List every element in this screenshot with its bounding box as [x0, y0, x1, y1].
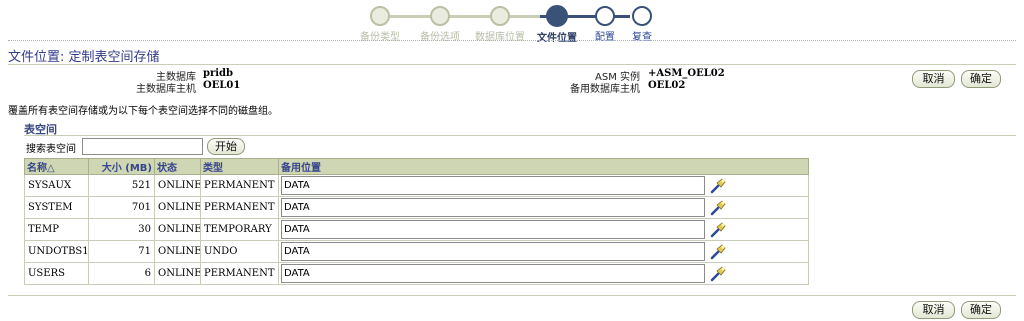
cancel-button-bottom[interactable]: 取消 — [912, 301, 955, 319]
location-input[interactable] — [281, 198, 705, 217]
standby-host-value-wrap: OEL02 — [648, 80, 685, 91]
flashlight-icon[interactable] — [709, 177, 727, 195]
cell-size: 701 — [88, 196, 155, 219]
cell-name: SYSTEM — [24, 196, 89, 219]
asm-value: +ASM_OEL02 — [648, 68, 725, 79]
col-header-type: 类型 — [200, 158, 279, 175]
table-row: UNDOTBS1 71 ONLINE UNDO — [24, 240, 809, 263]
col-header-status: 状态 — [154, 158, 201, 175]
col-header-name[interactable]: 名称△ — [24, 158, 89, 175]
cell-status: ONLINE — [154, 240, 201, 263]
location-input[interactable] — [281, 264, 705, 283]
cancel-button-top[interactable]: 取消 — [912, 70, 955, 88]
cell-status: ONLINE — [154, 174, 201, 197]
asm-value-wrap: +ASM_OEL02 — [648, 68, 725, 79]
primary-host-row: 主数据库主机 — [80, 80, 196, 95]
section-rule — [24, 135, 1016, 136]
table-row: TEMP 30 ONLINE TEMPORARY — [24, 218, 809, 241]
standby-host-row: 备用数据库主机 — [520, 80, 640, 95]
table-row: USERS 6 ONLINE PERMANENT — [24, 262, 809, 285]
standby-host-value: OEL02 — [648, 80, 686, 91]
primary-db-value-wrap: pridb — [203, 68, 233, 79]
page-description: 覆盖所有表空间存储或为以下每个表空间选择不同的磁盘组。 — [8, 106, 278, 117]
train-step-review[interactable]: 复查 — [602, 4, 682, 43]
cell-location — [278, 174, 809, 197]
go-button[interactable]: 开始 — [207, 138, 245, 155]
tablespace-table: 名称△ 大小 (MB) 状态 类型 备用位置 SYSAUX 521 ONLINE… — [24, 158, 809, 285]
search-tablespace-label: 搜索表空间 — [26, 144, 76, 155]
cell-name: TEMP — [24, 218, 89, 241]
cell-status: ONLINE — [154, 196, 201, 219]
ok-button-bottom[interactable]: 确定 — [961, 301, 1001, 319]
primary-db-row: 主数据库 — [80, 68, 196, 83]
cell-size: 71 — [88, 240, 155, 263]
primary-host-label: 主数据库主机 — [136, 84, 196, 95]
primary-host-value: OEL01 — [203, 80, 241, 91]
train-step-dot — [430, 6, 450, 26]
primary-host-value-wrap: OEL01 — [203, 80, 240, 91]
train-step-dot — [490, 6, 510, 26]
wizard-train: 备份类型 备份选项 数据库位置 文件位置 配置 复查 — [340, 4, 670, 44]
cell-location — [278, 262, 809, 285]
location-input[interactable] — [281, 242, 705, 261]
cell-location — [278, 218, 809, 241]
col-header-location: 备用位置 — [278, 158, 809, 175]
table-header-row: 名称△ 大小 (MB) 状态 类型 备用位置 — [24, 158, 809, 175]
cell-type: PERMANENT — [200, 262, 279, 285]
flashlight-icon[interactable] — [709, 199, 727, 217]
cell-type: UNDO — [200, 240, 279, 263]
standby-host-label: 备用数据库主机 — [570, 84, 640, 95]
col-header-size: 大小 (MB) — [88, 158, 155, 175]
flashlight-icon[interactable] — [709, 221, 727, 239]
primary-db-value: pridb — [203, 68, 234, 79]
cell-name: SYSAUX — [24, 174, 89, 197]
location-input[interactable] — [281, 220, 705, 239]
cell-name: USERS — [24, 262, 89, 285]
train-step-dot — [632, 6, 652, 26]
dotted-separator — [8, 40, 1016, 41]
cell-size: 6 — [88, 262, 155, 285]
flashlight-icon[interactable] — [709, 243, 727, 261]
location-input[interactable] — [281, 176, 705, 195]
cell-location — [278, 196, 809, 219]
cell-size: 521 — [88, 174, 155, 197]
flashlight-icon[interactable] — [709, 265, 727, 283]
asm-row: ASM 实例 — [520, 68, 640, 83]
table-row: SYSAUX 521 ONLINE PERMANENT — [24, 174, 809, 197]
cell-location — [278, 240, 809, 263]
cell-status: ONLINE — [154, 218, 201, 241]
cell-type: PERMANENT — [200, 196, 279, 219]
cell-size: 30 — [88, 218, 155, 241]
bottom-rule — [8, 295, 1016, 296]
cell-type: TEMPORARY — [200, 218, 279, 241]
title-rule — [8, 64, 1016, 65]
page-title: 文件位置: 定制表空间存储 — [8, 50, 160, 65]
cell-status: ONLINE — [154, 262, 201, 285]
cell-name: UNDOTBS1 — [24, 240, 89, 263]
train-step-dot — [370, 6, 390, 26]
table-row: SYSTEM 701 ONLINE PERMANENT — [24, 196, 809, 219]
ok-button-top[interactable]: 确定 — [961, 70, 1001, 88]
search-tablespace-input[interactable] — [82, 138, 203, 155]
cell-type: PERMANENT — [200, 174, 279, 197]
